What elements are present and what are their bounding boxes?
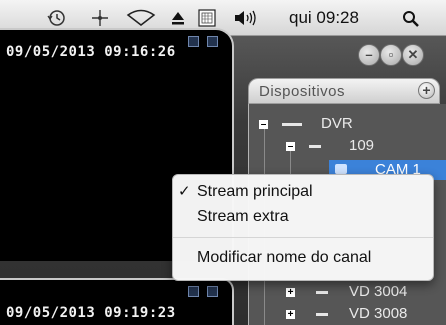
menu-item-stream-extra[interactable]: Stream extra [173,206,433,228]
collapse-icon[interactable]: – [286,142,295,152]
wifi-icon[interactable] [126,9,156,27]
menu-item-rename-channel[interactable]: Modificar nome do canal [173,247,433,269]
bluetooth-icon[interactable] [91,9,109,27]
pane-toolbar [184,284,218,302]
collapse-icon[interactable]: – [259,120,268,130]
close-button[interactable]: ✕ [402,44,424,66]
device-icon [316,291,328,294]
menubar-clock[interactable]: qui 09:28 [289,0,359,36]
expand-icon[interactable]: + [286,288,295,298]
eject-icon[interactable] [171,11,185,25]
menu-item-label: Stream extra [197,208,289,225]
layout-icon[interactable] [187,286,199,297]
add-device-button[interactable]: + [418,82,435,99]
pane-timestamp: 09/05/2013 09:16:26 [6,44,176,60]
tree-item-label: VD 3004 [349,283,408,300]
spotlight-icon[interactable] [402,10,420,28]
close-pane-icon[interactable] [207,36,218,47]
expand-icon[interactable]: + [286,310,295,320]
video-pane-2[interactable]: 09/05/2013 09:19:23 [0,278,234,325]
pane-toolbar [184,34,218,52]
tree-item-109[interactable]: – 109 [249,136,446,156]
tree-item-vd3008[interactable]: + VD 3008 [249,304,446,324]
tree-item-label: DVR [321,115,353,132]
menu-item-stream-principal[interactable]: ✓ Stream principal [173,181,433,203]
minimize-button[interactable]: – [358,44,380,66]
device-icon [316,313,328,316]
keyboard-layout-icon[interactable] [198,9,216,27]
menu-item-label: Stream principal [197,183,313,200]
device-icon [309,145,321,148]
dvr-device-icon [282,123,302,126]
close-pane-icon[interactable] [207,286,218,297]
time-machine-icon[interactable] [47,9,67,27]
pane-timestamp: 09/05/2013 09:19:23 [6,305,176,321]
tree-item-label: VD 3008 [349,305,408,322]
camera-icon [335,164,347,174]
menu-item-label: Modificar nome do canal [197,249,372,266]
tree-item-dvr[interactable]: – DVR [249,114,446,134]
layout-icon[interactable] [187,36,199,47]
volume-icon[interactable] [234,10,258,26]
devices-title: Dispositivos [259,83,346,100]
checkmark-icon: ✓ [178,183,191,200]
zoom-button[interactable]: ▫ [380,44,402,66]
tree-item-vd3004[interactable]: + VD 3004 [249,282,446,302]
devices-header: Dispositivos + [248,78,440,104]
menu-separator [173,237,433,238]
tree-item-label: 109 [349,137,375,154]
context-menu: ✓ Stream principal Stream extra Modifica… [172,174,434,281]
